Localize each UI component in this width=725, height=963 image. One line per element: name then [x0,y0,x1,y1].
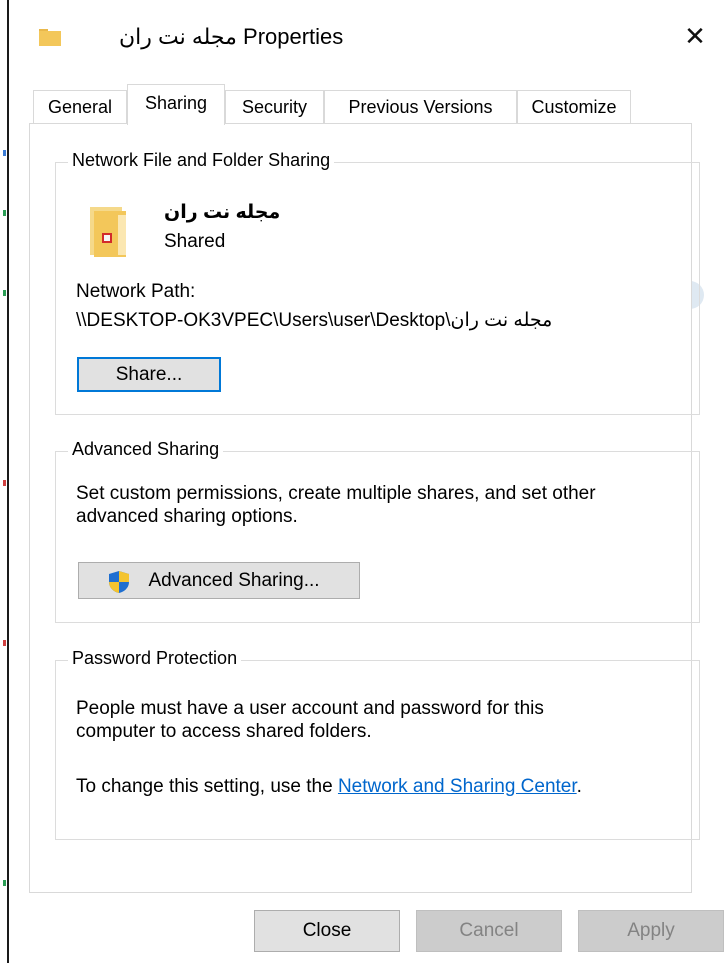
password-protection-description: People must have a user account and pass… [76,698,544,742]
window-title: مجله نت ران Properties [119,24,344,49]
shared-folder-icon [90,207,126,257]
sharing-panel: Network File and Folder Sharing مجله نت … [29,123,700,893]
cancel-button[interactable]: Cancel [416,910,562,952]
group-title: Password Protection [68,648,242,669]
close-icon[interactable]: ✕ [677,18,713,54]
advanced-sharing-description: Set custom permissions, create multiple … [76,483,596,527]
advanced-sharing-button[interactable]: Advanced Sharing... [78,562,360,599]
screen-edge [0,0,9,963]
tab-strip: General Sharing Security Previous Versio… [29,84,689,125]
advanced-sharing-group: Advanced Sharing Set custom permissions,… [55,439,700,623]
change-setting-suffix: . [576,776,582,797]
tab-customize[interactable]: Customize [517,90,631,124]
network-sharing-center-link[interactable]: Network and Sharing Center [338,776,577,797]
share-status: Shared [164,231,226,252]
advanced-sharing-label: Advanced Sharing... [148,570,320,591]
group-title: Network File and Folder Sharing [68,150,335,171]
title-bar: مجله نت ران Properties ✕ [9,0,725,80]
apply-button[interactable]: Apply [578,910,724,952]
tab-previous-versions[interactable]: Previous Versions [324,90,517,124]
network-path-value: \\DESKTOP-OK3VPEC\Users\user\Desktop\مجل… [76,310,553,331]
tab-security[interactable]: Security [225,90,324,124]
uac-shield-icon [109,571,129,593]
tab-sharing[interactable]: Sharing [127,84,225,125]
tab-general[interactable]: General [33,90,127,124]
change-setting-text: To change this setting, use the Network … [76,775,666,798]
network-path-label: Network Path: [76,281,196,302]
share-name: مجله نت ران [164,202,281,223]
folder-icon [39,29,61,46]
change-setting-prefix: To change this setting, use the [76,776,338,797]
share-button[interactable]: Share... [77,357,221,392]
network-sharing-group: Network File and Folder Sharing مجله نت … [55,150,700,415]
close-button[interactable]: Close [254,910,400,952]
group-title: Advanced Sharing [68,439,224,460]
password-protection-group: Password Protection People must have a u… [55,648,700,840]
